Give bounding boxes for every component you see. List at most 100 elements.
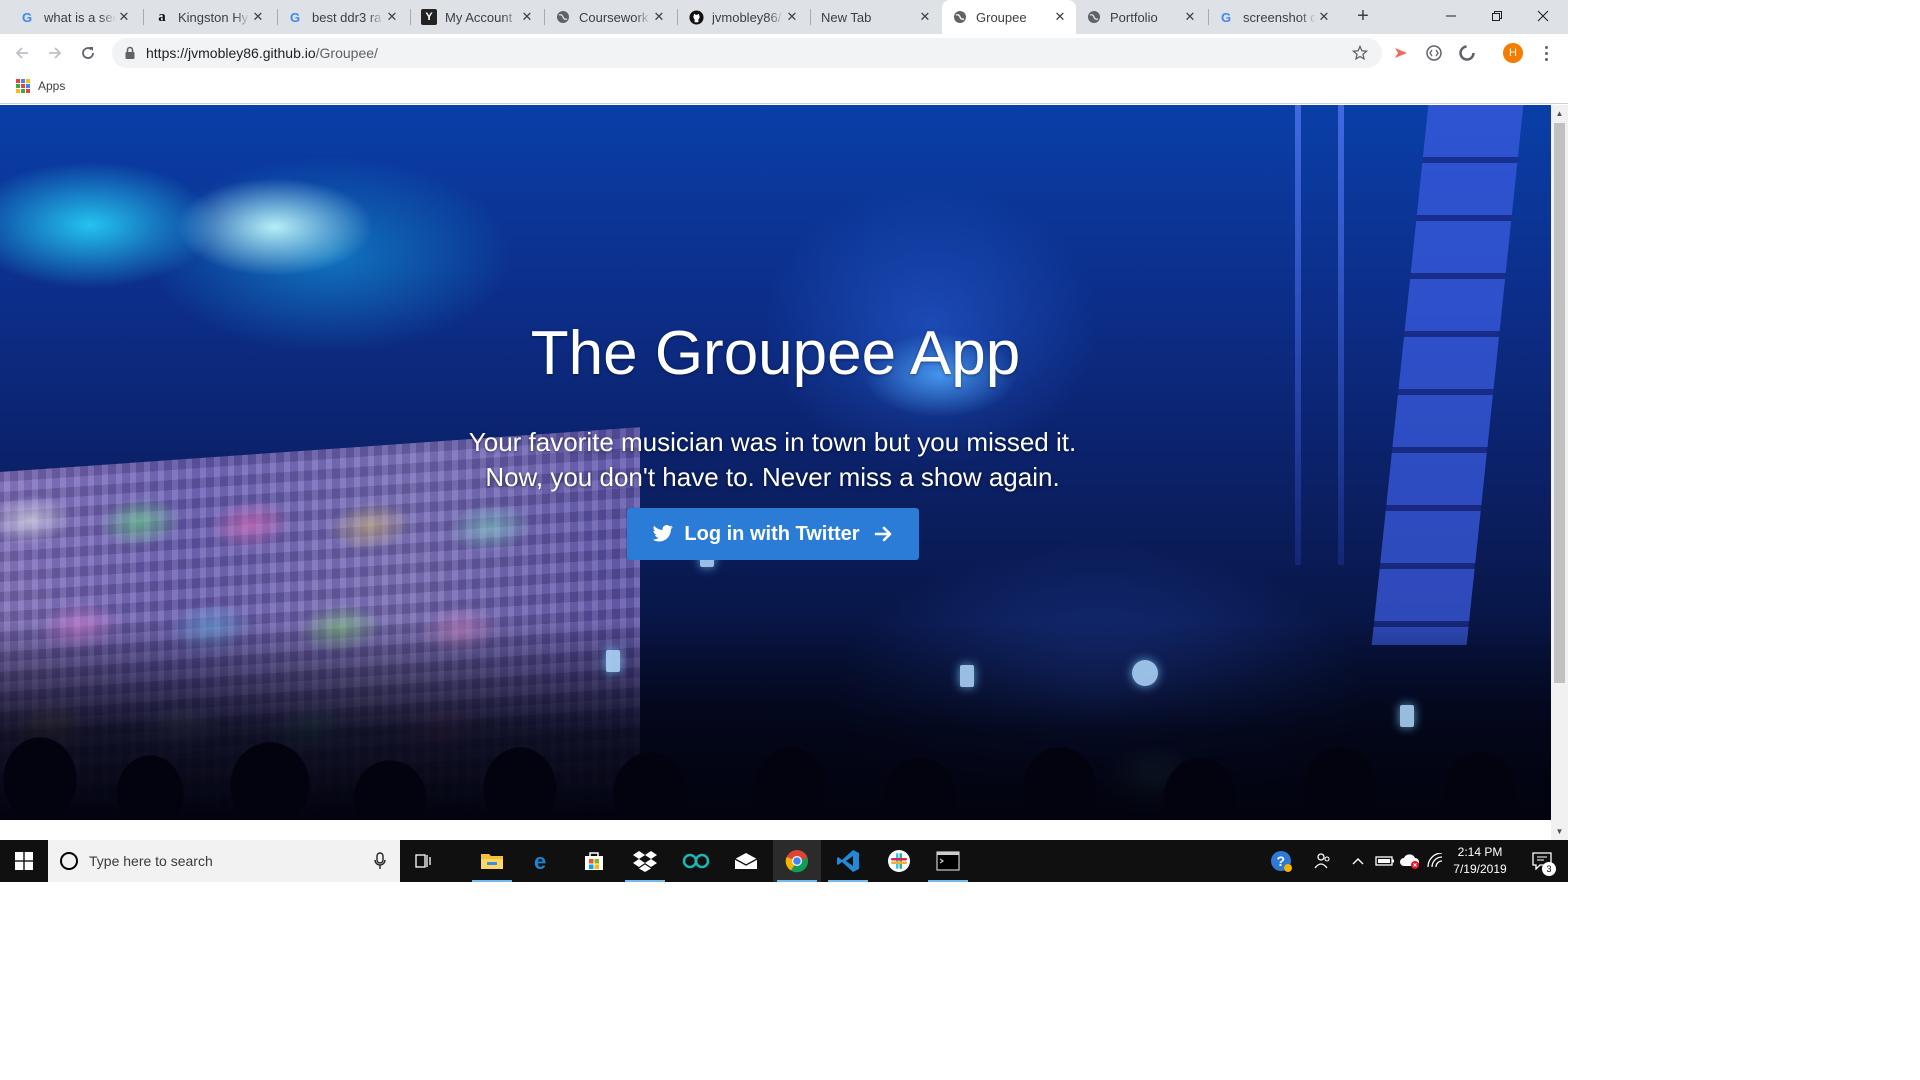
terminal-button[interactable] [924, 840, 972, 882]
reload-button[interactable] [75, 40, 101, 66]
tab-title: Kingston Hy [178, 9, 249, 25]
lock-icon [124, 46, 136, 60]
close-icon[interactable]: ✕ [1182, 9, 1198, 25]
svg-text:e: e [534, 850, 546, 872]
extension-sync-icon[interactable] [1457, 43, 1477, 63]
tab-github[interactable]: jvmobley86/ ✕ [678, 0, 808, 34]
close-icon[interactable]: ✕ [116, 9, 132, 25]
arduino-button[interactable] [672, 840, 720, 882]
store-button[interactable] [570, 840, 618, 882]
dropbox-button[interactable] [621, 840, 669, 882]
close-icon[interactable]: ✕ [250, 9, 266, 25]
tab-amazon[interactable]: a Kingston Hy ✕ [144, 0, 274, 34]
chevron-up-icon[interactable] [1348, 840, 1368, 882]
taskbar-search-box[interactable]: Type here to search [48, 840, 400, 882]
arrow-right-icon [874, 525, 894, 543]
windows-taskbar: Type here to search e ? 2:14 PM 7/19/201… [0, 840, 1568, 882]
google-icon: G [288, 9, 304, 25]
tab-new-tab[interactable]: New Tab ✕ [811, 0, 941, 34]
file-explorer-icon [481, 854, 503, 869]
close-icon[interactable]: ✕ [519, 9, 535, 25]
close-icon[interactable]: ✕ [784, 9, 800, 25]
mail-button[interactable] [722, 840, 770, 882]
close-icon[interactable]: ✕ [1316, 9, 1332, 25]
edge-icon: e [534, 850, 546, 872]
forward-button[interactable] [42, 40, 68, 66]
tab-portfolio[interactable]: Portfolio ✕ [1076, 0, 1206, 34]
vscode-button[interactable] [824, 840, 872, 882]
back-button[interactable] [9, 40, 35, 66]
page-title: The Groupee App [530, 319, 1021, 388]
globe-icon [1086, 9, 1102, 25]
tab-google-3[interactable]: G screenshot c ✕ [1209, 0, 1340, 34]
github-icon [688, 9, 704, 25]
tab-title: Portfolio [1110, 9, 1158, 25]
profile-avatar[interactable]: H [1503, 43, 1523, 63]
cloud-sync-error-icon[interactable] [1398, 840, 1422, 882]
tab-coursework[interactable]: Coursework ✕ [545, 0, 675, 34]
file-explorer-button[interactable] [468, 840, 516, 882]
minimize-icon [1446, 15, 1456, 17]
battery-icon[interactable] [1373, 840, 1397, 882]
google-icon: G [1219, 9, 1235, 25]
extension-code-icon[interactable] [1424, 43, 1444, 63]
restore-button[interactable] [1474, 0, 1520, 32]
task-view-icon [415, 854, 431, 868]
scrollbar-thumb[interactable] [1554, 123, 1565, 683]
start-button[interactable] [0, 840, 48, 882]
subtitle-line: Now, you don't have to. Never miss a sho… [485, 462, 1060, 492]
close-icon[interactable]: ✕ [917, 9, 933, 25]
concert-crowd [0, 620, 1551, 820]
notification-count-badge: 3 [1542, 862, 1556, 876]
scroll-up-arrow-icon[interactable]: ▲ [1551, 105, 1568, 122]
apps-shortcut[interactable]: Apps [16, 79, 65, 93]
bookmarks-bar: Apps [0, 72, 1568, 104]
minimize-button[interactable] [1428, 0, 1474, 32]
close-icon [1537, 10, 1549, 22]
wifi-icon[interactable] [1424, 840, 1446, 882]
close-icon[interactable]: ✕ [1052, 9, 1068, 25]
login-with-twitter-button[interactable]: Log in with Twitter [627, 508, 919, 560]
restore-icon [1492, 11, 1502, 21]
clock-date: 7/19/2019 [1453, 862, 1507, 876]
bookmark-star-icon[interactable] [1351, 44, 1369, 66]
new-tab-button[interactable]: + [1352, 5, 1374, 27]
task-view-button[interactable] [400, 840, 448, 882]
close-icon[interactable]: ✕ [651, 9, 667, 25]
stage-spotlight [1132, 660, 1158, 686]
action-center-button[interactable]: 3 [1522, 840, 1562, 882]
scroll-down-arrow-icon[interactable]: ▼ [1551, 823, 1568, 840]
close-icon[interactable]: ✕ [384, 9, 400, 25]
chrome-button[interactable] [773, 840, 821, 882]
vertical-scrollbar[interactable]: ▲ ▼ [1551, 105, 1568, 840]
tab-google-2[interactable]: G best ddr3 ra ✕ [278, 0, 408, 34]
twitter-icon [652, 525, 674, 543]
tab-yahoo[interactable]: Y My Account ✕ [411, 0, 543, 34]
edge-browser-button[interactable]: e [519, 840, 567, 882]
tab-title: what is a sec [44, 9, 116, 25]
svg-text:G: G [290, 10, 300, 24]
svg-text:G: G [22, 10, 32, 24]
help-tray-icon[interactable]: ? [1266, 840, 1296, 882]
system-clock[interactable]: 2:14 PM 7/19/2019 [1446, 844, 1514, 878]
microphone-icon[interactable] [374, 852, 386, 870]
menu-kebab-icon[interactable] [1538, 43, 1554, 63]
address-bar[interactable]: https://jvmobley86.github.io/Groupee/ [112, 38, 1382, 68]
google-icon: G [20, 9, 36, 25]
tab-groupee[interactable]: Groupee ✕ [942, 0, 1076, 34]
windows-logo-icon [15, 852, 33, 870]
chrome-icon [785, 850, 809, 873]
slack-button[interactable] [875, 840, 923, 882]
slack-icon [888, 850, 910, 872]
vscode-icon [837, 850, 859, 872]
close-window-button[interactable] [1520, 0, 1566, 32]
globe-icon [952, 9, 968, 25]
tab-google-1[interactable]: G what is a sec ✕ [10, 0, 140, 34]
tab-title: Groupee [976, 9, 1027, 25]
people-icon[interactable] [1310, 840, 1336, 882]
cortana-icon [60, 852, 78, 870]
amazon-icon: a [158, 8, 166, 25]
extension-cast-icon[interactable] [1391, 43, 1411, 63]
login-button-label: Log in with Twitter [684, 522, 860, 545]
url-text: https://jvmobley86.github.io/Groupee/ [146, 45, 378, 61]
